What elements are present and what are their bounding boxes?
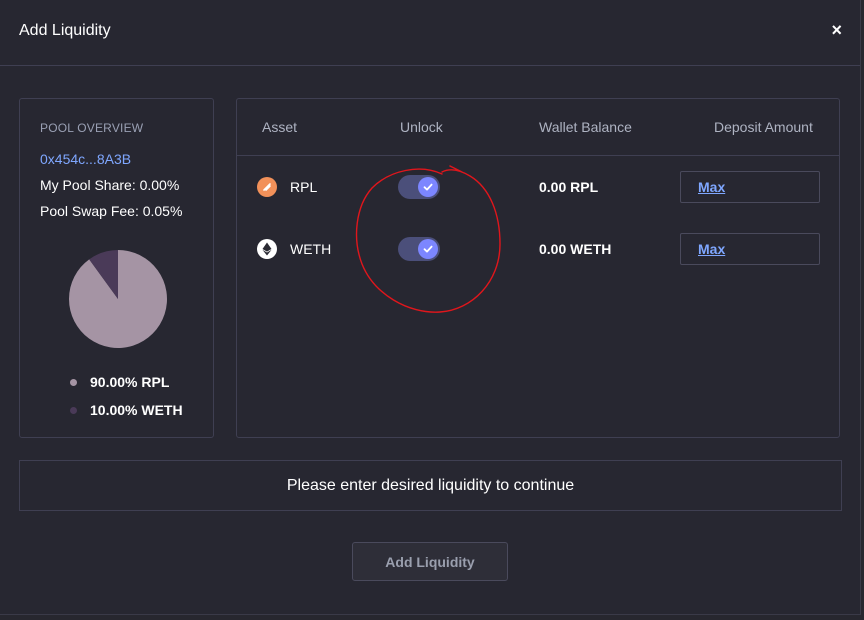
deposit-input-rpl[interactable]: Max [680,171,820,203]
token-name-weth: WETH [290,241,332,257]
my-pool-share: My Pool Share: 0.00% [40,177,180,193]
max-button-rpl[interactable]: Max [698,179,725,195]
table-row-rpl: RPL 0.00 RPL Max [237,167,839,207]
wallet-balance-weth: 0.00 WETH [539,241,612,257]
unlock-toggle-weth[interactable] [398,237,440,261]
legend-dot-rpl [70,378,77,386]
eth-token-icon [257,239,277,259]
legend-dot-weth [70,406,77,414]
header-asset: Asset [262,119,298,135]
max-button-weth[interactable]: Max [698,241,725,257]
legend-item-rpl: 90.00% RPL [70,374,169,390]
deposit-input-weth[interactable]: Max [680,233,820,265]
pool-composition-pie-chart [68,250,167,348]
token-name-rpl: RPL [290,179,318,195]
add-liquidity-button[interactable]: Add Liquidity [352,542,508,581]
modal-title: Add Liquidity [19,22,111,39]
legend-item-weth: 10.00% WETH [70,402,183,418]
header-wallet-balance: Wallet Balance [539,119,632,135]
add-liquidity-modal: Add Liquidity × POOL OVERVIEW 0x454c...8… [0,0,861,615]
unlock-toggle-rpl[interactable] [398,175,440,199]
header-deposit-amount: Deposit Amount [714,119,813,135]
wallet-balance-rpl: 0.00 RPL [539,179,599,195]
table-header-divider [237,155,839,156]
pool-overview-panel: POOL OVERVIEW 0x454c...8A3B My Pool Shar… [19,98,214,438]
assets-table: Asset Unlock Wallet Balance Deposit Amou… [236,98,840,438]
pool-swap-fee: Pool Swap Fee: 0.05% [40,203,183,219]
legend-label-rpl: 90.00% RPL [90,374,170,390]
check-icon [418,177,438,197]
rpl-token-icon [257,177,277,197]
table-row-weth: WETH 0.00 WETH Max [237,229,839,269]
pool-address-link[interactable]: 0x454c...8A3B [40,151,131,167]
check-icon [418,239,438,259]
header-unlock: Unlock [400,119,443,135]
legend-label-weth: 10.00% WETH [90,402,183,418]
close-icon[interactable]: × [831,20,842,40]
pool-overview-label: POOL OVERVIEW [40,121,144,135]
status-message: Please enter desired liquidity to contin… [19,460,842,511]
modal-header: Add Liquidity × [0,0,860,66]
